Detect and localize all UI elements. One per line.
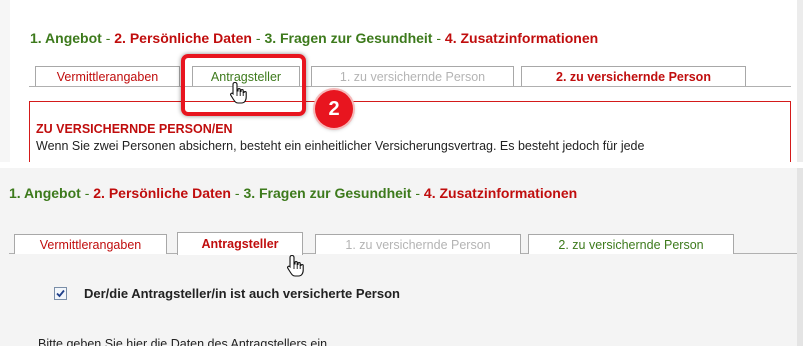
step-separator: - bbox=[251, 30, 265, 46]
step-fragen-gesundheit[interactable]: 3. Fragen zur Gesundheit bbox=[264, 30, 432, 46]
tab-antragsteller[interactable]: Antragsteller bbox=[177, 232, 303, 255]
bottom-screenshot-panel: 1. Angebot - 2. Persönliche Daten - 3. F… bbox=[0, 168, 803, 346]
panel-edge bbox=[797, 0, 803, 162]
same-person-label[interactable]: Der/die Antragsteller/in ist auch versic… bbox=[84, 286, 400, 301]
step-separator: - bbox=[80, 185, 94, 201]
intro-text: Bitte geben Sie hier die Daten des Antra… bbox=[38, 337, 328, 346]
checkmark-icon bbox=[56, 289, 65, 298]
hand-pointer-icon bbox=[286, 254, 306, 277]
tab-person-2[interactable]: 2. zu versichernde Person bbox=[521, 66, 746, 86]
step-zusatzinformationen[interactable]: 4. Zusatzinformationen bbox=[424, 185, 577, 201]
step-persoenliche-daten[interactable]: 2. Persönliche Daten bbox=[114, 30, 252, 46]
step-zusatzinformationen[interactable]: 4. Zusatzinformationen bbox=[445, 30, 598, 46]
hand-pointer-icon bbox=[229, 81, 249, 104]
step-angebot[interactable]: 1. Angebot bbox=[9, 185, 81, 201]
step-persoenliche-daten[interactable]: 2. Persönliche Daten bbox=[93, 185, 231, 201]
step-badge: 2 bbox=[315, 90, 353, 128]
panel-edge bbox=[797, 168, 803, 346]
panel-edge bbox=[0, 0, 10, 162]
tab-vermittlerangaben[interactable]: Vermittlerangaben bbox=[35, 66, 180, 86]
step-navigation: 1. Angebot - 2. Persönliche Daten - 3. F… bbox=[9, 185, 577, 201]
tab-person-1[interactable]: 1. zu versichernde Person bbox=[311, 66, 514, 86]
step-navigation: 1. Angebot - 2. Persönliche Daten - 3. F… bbox=[30, 30, 598, 46]
step-angebot[interactable]: 1. Angebot bbox=[30, 30, 102, 46]
info-title: ZU VERSICHERNDE PERSON/EN bbox=[36, 122, 233, 136]
tab-vermittlerangaben[interactable]: Vermittlerangaben bbox=[14, 234, 167, 254]
info-box: ZU VERSICHERNDE PERSON/EN Wenn Sie zwei … bbox=[29, 101, 791, 162]
step-separator: - bbox=[411, 185, 424, 201]
info-text: Wenn Sie zwei Personen absichern, besteh… bbox=[36, 139, 645, 153]
step-fragen-gesundheit[interactable]: 3. Fragen zur Gesundheit bbox=[243, 185, 411, 201]
top-screenshot-panel: 1. Angebot - 2. Persönliche Daten - 3. F… bbox=[0, 0, 803, 162]
same-person-checkbox[interactable] bbox=[54, 287, 67, 300]
step-separator: - bbox=[432, 30, 445, 46]
tab-person-2[interactable]: 2. zu versichernde Person bbox=[528, 234, 734, 254]
tab-person-1[interactable]: 1. zu versichernde Person bbox=[315, 234, 521, 254]
step-separator: - bbox=[230, 185, 244, 201]
step-separator: - bbox=[101, 30, 115, 46]
